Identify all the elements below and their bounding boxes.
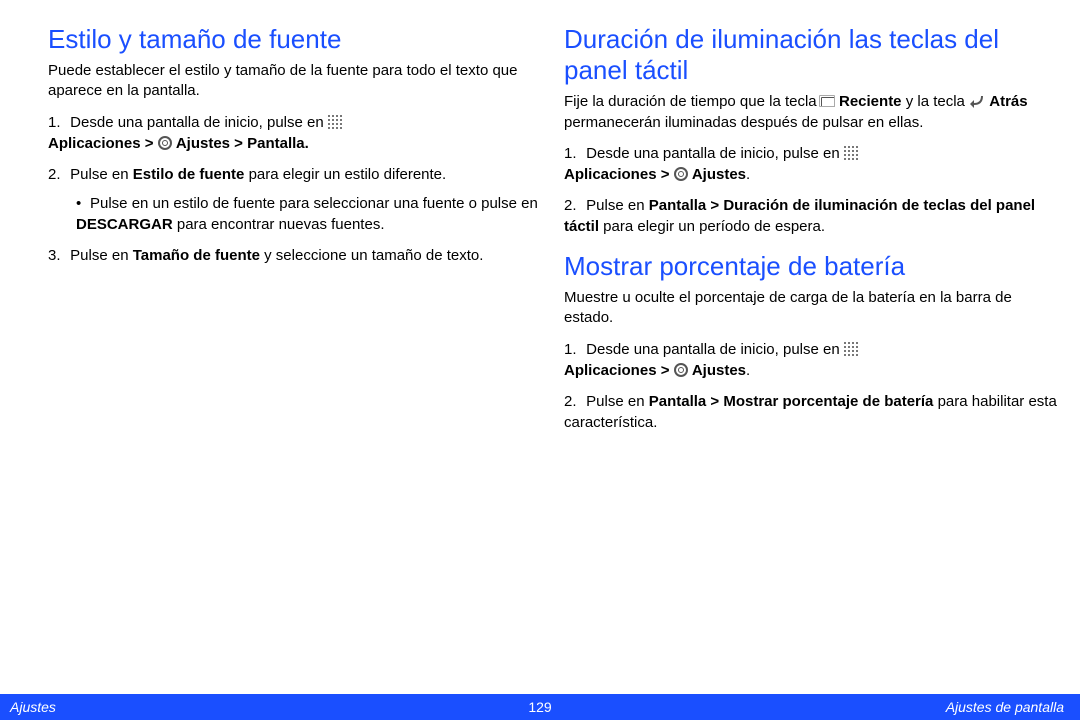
emph: Estilo de fuente (133, 166, 245, 183)
back-arrow-icon (969, 93, 985, 109)
list-item: 1. Desde una pantalla de inicio, pulse e… (564, 339, 1062, 381)
steps-list: 1. Desde una pantalla de inicio, pulse e… (564, 143, 1062, 237)
section-title: Duración de iluminación las teclas del p… (564, 24, 1062, 86)
list-item: 1. Desde una pantalla de inicio, pulse e… (48, 112, 546, 154)
list-item: 1. Desde una pantalla de inicio, pulse e… (564, 143, 1062, 185)
step-number: 2. (564, 391, 582, 412)
section-battery-pct: Mostrar porcentaje de batería Muestre u … (564, 251, 1062, 433)
gear-icon (158, 136, 172, 150)
apps-grid-icon (844, 342, 858, 356)
footer-right: Ajustes de pantalla (946, 699, 1064, 715)
section-title: Mostrar porcentaje de batería (564, 251, 1062, 282)
list-item: 3. Pulse en Tamaño de fuente y seleccion… (48, 245, 546, 266)
step-text: Pulse en (586, 197, 649, 214)
step-text: Pulse en (70, 166, 133, 183)
substep: •Pulse en un estilo de fuente para selec… (76, 193, 546, 235)
list-item: 2. Pulse en Pantalla > Duración de ilumi… (564, 195, 1062, 237)
step-number: 2. (48, 164, 66, 185)
footer-left: Ajustes (10, 699, 56, 715)
step-text: Desde una pantalla de inicio, pulse en (70, 114, 328, 131)
path-apps: Aplicaciones > (48, 135, 158, 152)
path-settings-display: Ajustes > Pantalla. (176, 135, 309, 152)
content-columns: Estilo y tamaño de fuente Puede establec… (0, 0, 1080, 447)
step-text: para elegir un estilo diferente. (244, 166, 446, 183)
section-lead: Puede establecer el estilo y tamaño de l… (48, 61, 546, 102)
step-text: Pulse en (70, 247, 133, 264)
emph: Atrás (989, 93, 1027, 110)
substep-text: Pulse en un estilo de fuente para selecc… (90, 195, 538, 212)
right-column: Duración de iluminación las teclas del p… (564, 24, 1062, 447)
lead-text: y la tecla (906, 93, 969, 110)
manual-page: Estilo y tamaño de fuente Puede establec… (0, 0, 1080, 720)
lead-text: permanecerán iluminadas después de pulsa… (564, 114, 923, 131)
apps-grid-icon (328, 115, 342, 129)
apps-grid-icon (844, 146, 858, 160)
step-number: 1. (48, 112, 66, 133)
step-number: 2. (564, 195, 582, 216)
step-text: y seleccione un tamaño de texto. (260, 247, 483, 264)
list-item: 2. Pulse en Estilo de fuente para elegir… (48, 164, 546, 235)
recent-apps-icon (821, 97, 835, 107)
steps-list: 1. Desde una pantalla de inicio, pulse e… (564, 339, 1062, 433)
section-title: Estilo y tamaño de fuente (48, 24, 546, 55)
section-lead: Muestre u oculte el porcentaje de carga … (564, 288, 1062, 329)
step-text: Desde una pantalla de inicio, pulse en (586, 341, 844, 358)
section-key-light: Duración de iluminación las teclas del p… (564, 24, 1062, 237)
step-text: Pulse en (586, 393, 649, 410)
steps-list: 1. Desde una pantalla de inicio, pulse e… (48, 112, 546, 266)
step-text: Desde una pantalla de inicio, pulse en (586, 145, 844, 162)
step-number: 1. (564, 143, 582, 164)
page-footer: Ajustes 129 Ajustes de pantalla (0, 694, 1080, 720)
section-font-style: Estilo y tamaño de fuente Puede establec… (48, 24, 546, 266)
path-apps: Aplicaciones > (564, 362, 674, 379)
gear-icon (674, 167, 688, 181)
bullet-icon: • (76, 193, 90, 214)
section-lead: Fije la duración de tiempo que la tecla … (564, 92, 1062, 133)
step-text: para elegir un período de espera. (599, 218, 825, 235)
emph: Reciente (839, 93, 902, 110)
path-settings: Ajustes (692, 362, 746, 379)
lead-text: Fije la duración de tiempo que la tecla (564, 93, 821, 110)
emph: Pantalla > Mostrar porcentaje de batería (649, 393, 934, 410)
step-number: 3. (48, 245, 66, 266)
substep-text: para encontrar nuevas fuentes. (173, 216, 385, 233)
path-settings: Ajustes (692, 166, 746, 183)
left-column: Estilo y tamaño de fuente Puede establec… (48, 24, 546, 447)
emph: DESCARGAR (76, 216, 173, 233)
path-apps: Aplicaciones > (564, 166, 674, 183)
step-number: 1. (564, 339, 582, 360)
gear-icon (674, 363, 688, 377)
list-item: 2. Pulse en Pantalla > Mostrar porcentaj… (564, 391, 1062, 433)
page-number: 129 (528, 699, 551, 715)
emph: Tamaño de fuente (133, 247, 260, 264)
